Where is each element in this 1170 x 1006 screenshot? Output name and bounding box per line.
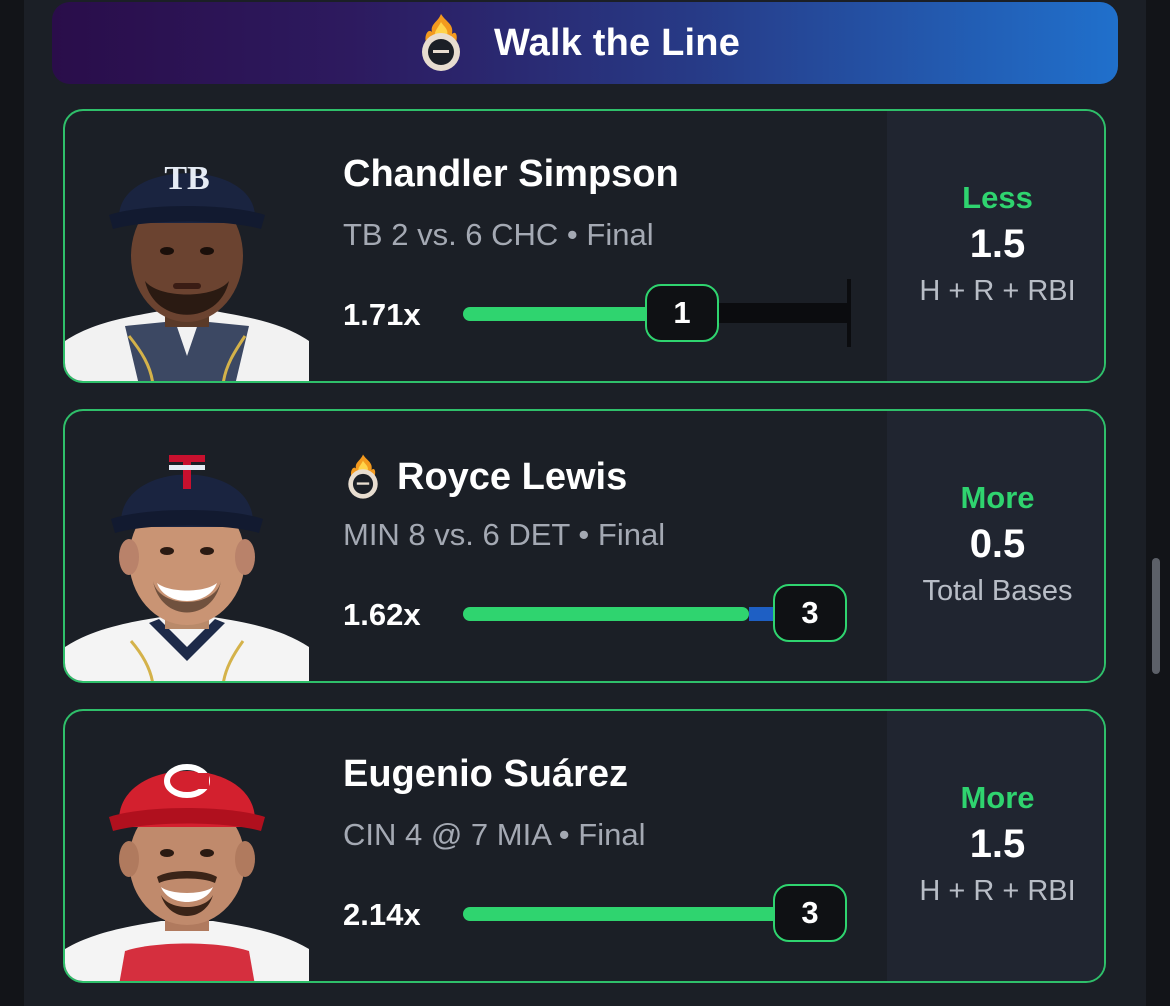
flame-ring-icon bbox=[348, 454, 378, 499]
scrollbar-thumb[interactable] bbox=[1152, 558, 1160, 674]
player-headshot: TB bbox=[65, 160, 309, 381]
pick-summary: Less 1.5 H + R + RBI bbox=[887, 111, 1104, 381]
pick-direction: More bbox=[960, 480, 1035, 515]
progress-fill bbox=[463, 907, 783, 921]
game-status: TB 2 vs. 6 CHC • Final bbox=[343, 217, 654, 252]
pick-stat-type: H + R + RBI bbox=[919, 875, 1076, 907]
payout-multiplier: 1.62x bbox=[343, 597, 421, 632]
payout-multiplier: 2.14x bbox=[343, 897, 421, 932]
pick-card[interactable]: Royce Lewis MIN 8 vs. 6 DET • Final 1.62… bbox=[63, 409, 1106, 683]
right-gutter bbox=[1146, 0, 1170, 1006]
pick-direction: More bbox=[960, 780, 1035, 815]
pick-card[interactable]: TB Chandler Simpson TB 2 vs. 6 CHC • Fin… bbox=[63, 109, 1106, 383]
player-headshot bbox=[65, 455, 309, 681]
payout-multiplier: 1.71x bbox=[343, 297, 421, 332]
svg-text:TB: TB bbox=[164, 160, 209, 197]
game-status: CIN 4 @ 7 MIA • Final bbox=[343, 817, 646, 852]
current-stat-badge: 3 bbox=[773, 884, 847, 942]
pick-summary: More 1.5 H + R + RBI bbox=[887, 711, 1104, 981]
pick-line-value: 1.5 bbox=[969, 822, 1026, 866]
banner-title: Walk the Line bbox=[493, 21, 741, 64]
pick-line-value: 0.5 bbox=[969, 522, 1026, 566]
pick-stat-type: H + R + RBI bbox=[919, 275, 1076, 307]
player-name: Royce Lewis bbox=[397, 455, 628, 498]
pick-card[interactable]: Eugenio Suárez CIN 4 @ 7 MIA • Final 2.1… bbox=[63, 709, 1106, 983]
player-name-row: Royce Lewis bbox=[343, 453, 627, 501]
progress-fill bbox=[463, 607, 749, 621]
current-stat-badge: 1 bbox=[645, 284, 719, 342]
pick-direction: Less bbox=[962, 180, 1033, 215]
player-name: Chandler Simpson bbox=[343, 153, 679, 195]
current-stat-badge: 3 bbox=[773, 584, 847, 642]
pick-line-value: 1.5 bbox=[969, 222, 1026, 266]
pick-stat-type: Total Bases bbox=[922, 575, 1073, 607]
player-name-row: Eugenio Suárez bbox=[343, 753, 628, 796]
pick-summary: More 0.5 Total Bases bbox=[887, 411, 1104, 681]
player-name: Eugenio Suárez bbox=[343, 753, 629, 795]
walk-the-line-banner[interactable]: Walk the Line bbox=[52, 2, 1118, 84]
left-gutter bbox=[0, 0, 24, 1006]
line-threshold-marker bbox=[847, 279, 851, 347]
flame-ring-icon bbox=[421, 14, 460, 71]
game-status: MIN 8 vs. 6 DET • Final bbox=[343, 517, 666, 552]
player-name-row: Chandler Simpson bbox=[343, 153, 679, 196]
player-headshot bbox=[65, 764, 309, 981]
